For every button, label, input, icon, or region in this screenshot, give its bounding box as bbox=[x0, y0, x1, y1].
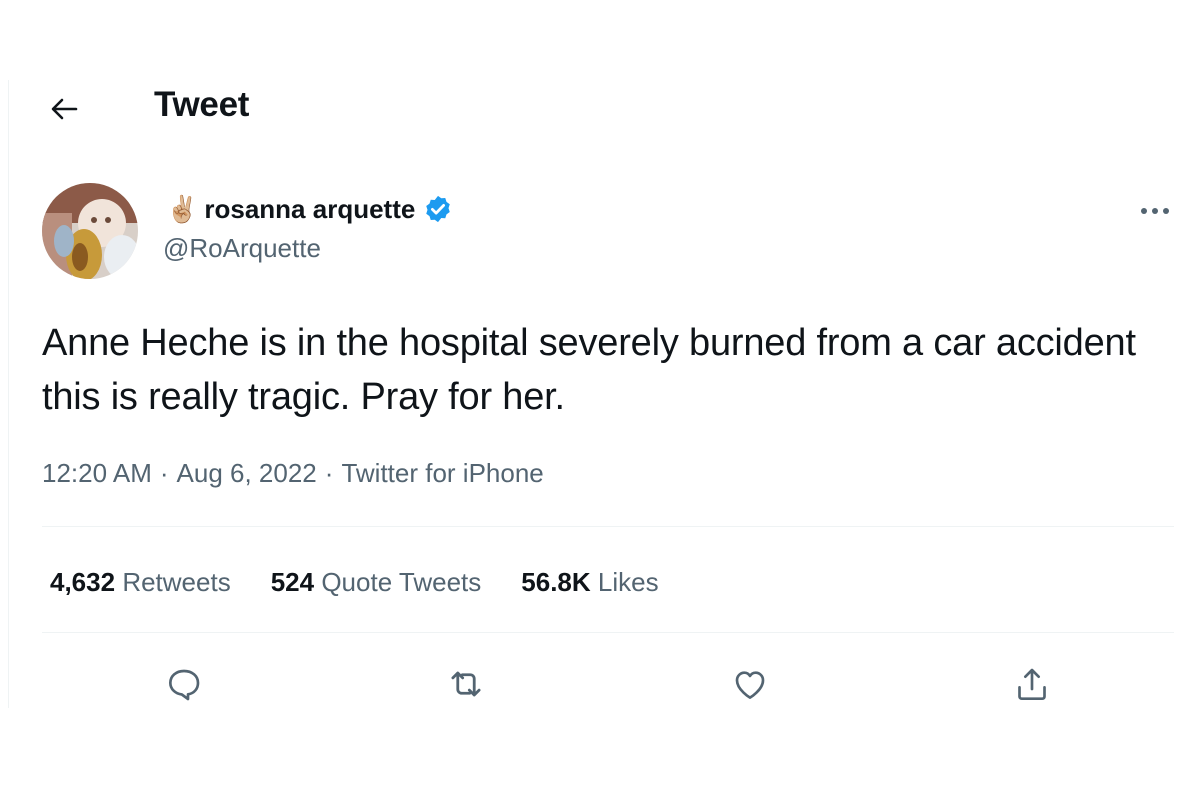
quote-tweets-stat[interactable]: 524 Quote Tweets bbox=[271, 567, 482, 598]
reply-button[interactable] bbox=[160, 660, 208, 708]
column-border bbox=[8, 80, 9, 708]
tweet-date[interactable]: Aug 6, 2022 bbox=[177, 458, 317, 488]
like-icon bbox=[735, 671, 765, 699]
retweets-label: Retweets bbox=[122, 566, 231, 597]
share-icon bbox=[1018, 668, 1046, 700]
likes-label: Likes bbox=[597, 566, 659, 597]
avatar[interactable] bbox=[42, 183, 138, 279]
author-name-row: ✌🏼 rosanna arquette bbox=[166, 192, 453, 226]
quote-tweets-label: Quote Tweets bbox=[321, 566, 482, 597]
reply-icon bbox=[169, 669, 200, 701]
likes-count: 56.8K bbox=[521, 566, 591, 597]
retweet-button[interactable] bbox=[442, 660, 490, 708]
tweet-stats: 4,632 Retweets 524 Quote Tweets 56.8K Li… bbox=[50, 564, 699, 600]
divider bbox=[42, 632, 1174, 633]
tweet-actions-bar bbox=[0, 660, 1200, 708]
meta-separator: · bbox=[324, 458, 334, 488]
retweets-count: 4,632 bbox=[50, 566, 116, 597]
back-button[interactable] bbox=[44, 94, 84, 124]
page-title: Tweet bbox=[154, 85, 250, 124]
arrow-left-icon bbox=[51, 98, 78, 120]
retweets-stat[interactable]: 4,632 Retweets bbox=[50, 567, 231, 598]
quote-tweets-count: 524 bbox=[270, 566, 315, 597]
retweet-icon bbox=[451, 671, 481, 697]
tweet-text: Anne Heche is in the hospital severely b… bbox=[42, 322, 1136, 418]
author-handle[interactable]: @RoArquette bbox=[163, 233, 321, 264]
author-display-name[interactable]: rosanna arquette bbox=[204, 194, 415, 225]
tweet-source[interactable]: Twitter for iPhone bbox=[341, 458, 543, 488]
likes-stat[interactable]: 56.8K Likes bbox=[521, 567, 658, 598]
verified-badge-icon bbox=[423, 194, 453, 224]
meta-separator: · bbox=[159, 458, 169, 488]
divider bbox=[42, 526, 1174, 527]
page-header: Tweet bbox=[0, 80, 1200, 136]
avatar-photo bbox=[42, 183, 138, 279]
like-button[interactable] bbox=[726, 660, 774, 708]
more-dots-icon bbox=[1141, 208, 1169, 214]
share-button[interactable] bbox=[1008, 660, 1056, 708]
tweet-metadata: 12:20 AM · Aug 6, 2022 · Twitter for iPhone bbox=[42, 458, 544, 489]
peace-emoji: ✌🏼 bbox=[166, 194, 199, 224]
more-options-button[interactable] bbox=[1132, 200, 1178, 222]
tweet-time[interactable]: 12:20 AM bbox=[42, 458, 152, 488]
